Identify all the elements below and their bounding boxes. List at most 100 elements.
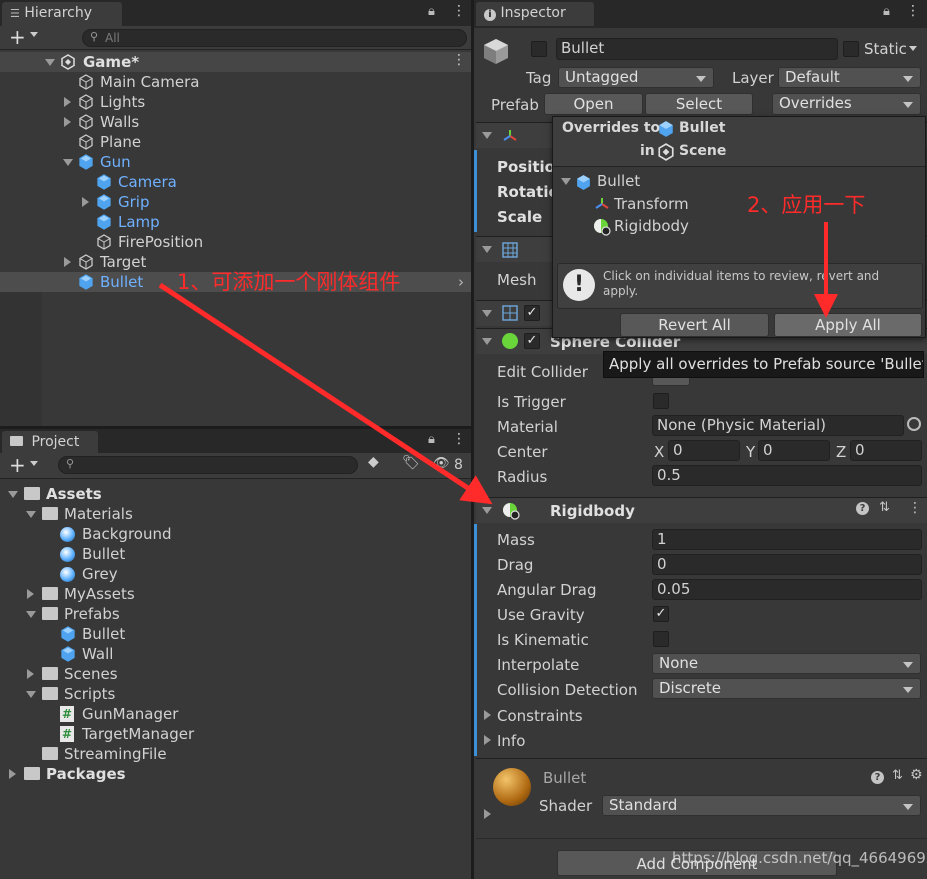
project-item[interactable]: Assets [0, 484, 471, 504]
rigidbody-header[interactable]: Rigidbody ? ⇅ ⋮ [476, 497, 927, 523]
fold-open-icon[interactable] [26, 511, 36, 518]
help-icon[interactable]: ? [856, 502, 869, 515]
tag-dropdown[interactable]: Untagged [558, 67, 714, 88]
fold-closed-icon[interactable] [64, 117, 71, 127]
hierarchy-item[interactable]: Lights [0, 92, 471, 112]
hierarchy-scene-row[interactable]: Game* ⋮ [0, 52, 471, 72]
project-item[interactable]: Scripts [0, 684, 471, 704]
add-icon[interactable]: + [9, 453, 26, 477]
fold-closed-icon[interactable] [64, 257, 71, 267]
drag-input[interactable]: 0 [652, 554, 922, 575]
popup-tree-fold[interactable] [561, 178, 571, 185]
hierarchy-item[interactable]: Lamp [0, 212, 471, 232]
kebab-menu-icon[interactable]: ⋮ [452, 3, 466, 19]
presets-icon[interactable]: ⇅ [892, 768, 903, 783]
hierarchy-item[interactable]: Main Camera [0, 72, 471, 92]
interpolate-dropdown[interactable]: None [652, 653, 921, 674]
project-item[interactable]: MyAssets [0, 584, 471, 604]
tab-inspector[interactable]: i Inspector [476, 2, 594, 26]
prefab-open-button[interactable]: Open [544, 93, 643, 115]
fold-closed-icon[interactable] [27, 669, 34, 679]
gear-icon[interactable]: ⚙ [910, 767, 923, 783]
mesh-renderer-enabled-checkbox[interactable]: ✓ [524, 305, 540, 321]
apply-all-button[interactable]: Apply All [774, 313, 922, 337]
add-icon[interactable]: + [9, 25, 26, 49]
project-item[interactable]: Background [0, 524, 471, 544]
fold-open-icon[interactable] [63, 159, 73, 166]
radius-input[interactable]: 0.5 [652, 465, 922, 486]
scene-menu-icon[interactable]: ⋮ [452, 52, 466, 68]
popup-item-rigidbody[interactable]: Rigidbody [614, 217, 689, 235]
project-item[interactable]: Wall [0, 644, 471, 664]
project-item[interactable]: # GunManager [0, 704, 471, 724]
hierarchy-item[interactable]: Walls [0, 112, 471, 132]
project-item[interactable]: Materials [0, 504, 471, 524]
layer-dropdown[interactable]: Default [778, 67, 921, 88]
center-x-input[interactable]: 0 [668, 440, 740, 461]
mass-input[interactable]: 1 [652, 529, 922, 550]
fold-open-icon[interactable] [26, 691, 36, 698]
is-kinematic-checkbox[interactable] [653, 631, 669, 647]
hierarchy-item[interactable]: Grip [0, 192, 471, 212]
lock-icon[interactable]: 🔒︎ [428, 432, 435, 447]
center-z-input[interactable]: 0 [850, 440, 922, 461]
lock-icon[interactable]: 🔒︎ [428, 4, 435, 19]
chevron-right-icon[interactable]: › [458, 272, 464, 292]
tab-hierarchy[interactable]: ☰ Hierarchy [2, 2, 122, 26]
hierarchy-search-input[interactable]: ⚲ All [82, 29, 467, 47]
object-picker-icon[interactable] [907, 417, 921, 431]
object-name-input[interactable]: Bullet [556, 38, 838, 60]
tab-project[interactable]: Project [2, 431, 98, 455]
constraints-foldout[interactable]: Constraints [497, 707, 583, 725]
hierarchy-item[interactable]: Camera [0, 172, 471, 192]
fold-closed-icon[interactable] [82, 197, 89, 207]
project-item[interactable]: Prefabs [0, 604, 471, 624]
sphere-collider-enabled-checkbox[interactable]: ✓ [524, 333, 540, 349]
project-item[interactable]: Bullet [0, 544, 471, 564]
popup-item-transform[interactable]: Transform [614, 195, 689, 213]
static-dropdown-icon[interactable] [909, 46, 917, 51]
presets-icon[interactable]: ⇅ [879, 500, 890, 515]
fold-open-icon[interactable] [26, 611, 36, 618]
project-item[interactable]: Scenes [0, 664, 471, 684]
active-checkbox[interactable] [531, 41, 547, 57]
project-item[interactable]: # TargetManager [0, 724, 471, 744]
center-y-input[interactable]: 0 [758, 440, 830, 461]
fold-closed-icon[interactable] [64, 97, 71, 107]
constraints-foldout-icon[interactable] [484, 710, 491, 720]
fold-open-icon[interactable] [8, 491, 18, 498]
info-foldout[interactable]: Info [497, 732, 525, 750]
project-item[interactable]: StreamingFile [0, 744, 471, 764]
static-checkbox[interactable] [843, 41, 859, 57]
project-item[interactable]: Bullet [0, 624, 471, 644]
prefab-select-button[interactable]: Select [645, 93, 753, 115]
project-item[interactable]: Packages [0, 764, 471, 784]
collision-detection-dropdown[interactable]: Discrete [652, 678, 921, 699]
popup-tree-root[interactable]: Bullet [597, 172, 640, 190]
hierarchy-item[interactable]: Plane [0, 132, 471, 152]
filter-by-type-icon[interactable]: ◆ [368, 454, 388, 474]
chevron-down-icon[interactable] [30, 461, 38, 466]
label-tag-icon[interactable]: 🏷︎ [402, 455, 420, 471]
hidden-packages-icon[interactable]: 👁︎ [433, 456, 450, 471]
project-search-input[interactable]: ⚲ [58, 456, 358, 474]
component-menu-icon[interactable]: ⋮ [908, 500, 922, 516]
revert-all-button[interactable]: Revert All [620, 313, 769, 337]
is-trigger-checkbox[interactable] [653, 393, 669, 409]
fold-closed-icon[interactable] [27, 589, 34, 599]
kebab-menu-icon[interactable]: ⋮ [452, 431, 466, 447]
hierarchy-item[interactable]: FirePosition [0, 232, 471, 252]
help-icon[interactable]: ? [871, 771, 884, 784]
use-gravity-checkbox[interactable]: ✓ [653, 606, 669, 622]
material-foldout-icon[interactable] [484, 809, 491, 819]
fold-closed-icon[interactable] [9, 769, 16, 779]
chevron-down-icon[interactable] [30, 32, 38, 37]
lock-icon[interactable]: 🔒︎ [883, 4, 890, 19]
physic-material-field[interactable]: None (Physic Material) [652, 415, 904, 436]
shader-dropdown[interactable]: Standard [602, 795, 921, 816]
angular-drag-input[interactable]: 0.05 [652, 579, 922, 600]
prefab-overrides-dropdown[interactable]: Overrides [772, 93, 921, 115]
info-foldout-icon[interactable] [484, 735, 491, 745]
hierarchy-item[interactable]: Gun [0, 152, 471, 172]
kebab-menu-icon[interactable]: ⋮ [906, 3, 920, 19]
